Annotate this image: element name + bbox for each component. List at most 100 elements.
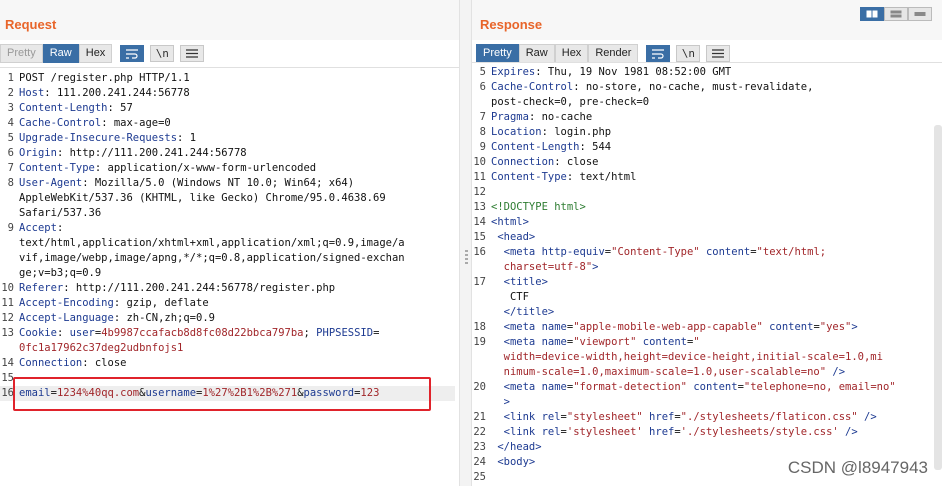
code-line[interactable]: 12 Accept-Language: zh-CN,zh;q=0.9 [0, 311, 459, 326]
code-line[interactable]: 20 <meta name="format-detection" content… [472, 380, 942, 395]
token: href [642, 426, 675, 438]
token: content [762, 321, 814, 333]
token: './stylesheets/style.css' [680, 426, 839, 438]
line-number: 10 [473, 156, 486, 168]
code-line[interactable]: 12 [472, 185, 942, 200]
code-line[interactable]: > [472, 395, 942, 410]
code-line[interactable]: text/html,application/xhtml+xml,applicat… [0, 236, 459, 251]
code-line[interactable]: 5 Upgrade-Insecure-Requests: 1 [0, 131, 459, 146]
line-text: <meta name="format-detection" content="t… [491, 380, 896, 395]
code-line[interactable]: 17 <title> [472, 275, 942, 290]
line-number: 15 [1, 372, 14, 384]
code-line[interactable]: post-check=0, pre-check=0 [472, 95, 942, 110]
line-text: Cache-Control: max-age=0 [19, 116, 171, 131]
code-line[interactable]: 10 Referer: http://111.200.241.244:56778/… [0, 281, 459, 296]
code-line[interactable]: Safari/537.36 [0, 206, 459, 221]
code-line[interactable]: 8 User-Agent: Mozilla/5.0 (Windows NT 10.… [0, 176, 459, 191]
code-line[interactable]: 21 <link rel="stylesheet" href="./styles… [472, 410, 942, 425]
token: href [642, 411, 675, 423]
wrap-lines-icon[interactable] [120, 45, 145, 62]
code-line[interactable]: 15 <head> [472, 230, 942, 245]
line-text: <link rel="stylesheet" href="./styleshee… [491, 410, 877, 425]
code-line[interactable]: 6 Cache-Control: no-store, no-cache, must… [472, 80, 942, 95]
code-line[interactable]: 16 <meta http-equiv="Content-Type" conte… [472, 245, 942, 260]
code-line[interactable]: 2 Host: 111.200.241.244:56778 [0, 86, 459, 101]
code-line[interactable]: CTF [472, 290, 942, 305]
code-line[interactable]: 7 Pragma: no-cache [472, 110, 942, 125]
code-line[interactable]: 23 </head> [472, 440, 942, 455]
code-line[interactable]: 9 Content-Length: 544 [472, 140, 942, 155]
code-line[interactable]: 4 Cache-Control: max-age=0 [0, 116, 459, 131]
code-line[interactable]: ge;v=b3;q=0.9 [0, 266, 459, 281]
tab-hex[interactable]: Hex [78, 44, 113, 63]
code-line[interactable]: 14 Connection: close [0, 356, 459, 371]
hamburger-menu-icon[interactable] [180, 45, 205, 62]
token: : close [82, 357, 127, 369]
code-line[interactable]: 11 Content-Type: text/html [472, 170, 942, 185]
code-line[interactable]: 0fc1a17962c37deg2udbnfojs1 [0, 341, 459, 356]
tabbed-layout-icon[interactable] [908, 7, 932, 21]
newline-toggle-icon[interactable]: \n [150, 45, 175, 62]
code-line[interactable]: 5 Expires: Thu, 19 Nov 1981 08:52:00 GMT [472, 65, 942, 80]
tab-pretty[interactable]: Pretty [476, 44, 519, 63]
tab-raw[interactable]: Raw [42, 44, 79, 63]
token: : no-cache [528, 111, 593, 123]
token: : http://111.200.241.244:56778 [56, 147, 247, 159]
pane-splitter[interactable] [459, 0, 472, 486]
code-line[interactable]: 3 Content-Length: 57 [0, 101, 459, 116]
code-line[interactable]: 13 Cookie: user = 4b9987ccafacb8d8fc08d22bb… [0, 326, 459, 341]
code-line[interactable]: nimum-scale=1.0,maximum-scale=1.0,user-s… [472, 365, 942, 380]
code-line[interactable]: 18 <meta name="apple-mobile-web-app-capa… [472, 320, 942, 335]
request-editor[interactable]: 1 POST /register.php HTTP/1.1 2 Host: 111.2… [0, 67, 459, 486]
token: : Mozilla/5.0 (Windows NT 10.0; Win64; x… [82, 177, 355, 189]
line-number: 7 [7, 162, 14, 174]
code-line[interactable]: charset=utf-8"> [472, 260, 942, 275]
line-text: width=device-width,height=device-height,… [491, 350, 883, 365]
token: <link [491, 426, 542, 438]
code-line[interactable]: 8 Location: login.php [472, 125, 942, 140]
line-text: 0fc1a17962c37deg2udbnfojs1 [19, 341, 183, 356]
splitter-grip-icon[interactable] [465, 250, 468, 264]
line-text: Safari/537.36 [19, 206, 101, 221]
wrap-lines-icon[interactable] [646, 45, 671, 62]
code-line[interactable]: width=device-width,height=device-height,… [472, 350, 942, 365]
token: PHPSESSID [316, 327, 374, 339]
tab-pretty[interactable]: Pretty [0, 44, 43, 63]
line-text: Host: 111.200.241.244:56778 [19, 86, 190, 101]
token: Host [19, 87, 45, 99]
code-line[interactable]: </title> [472, 305, 942, 320]
newline-toggle-icon[interactable]: \n [676, 45, 701, 62]
response-editor[interactable]: 5 Expires: Thu, 19 Nov 1981 08:52:00 GMT 6… [472, 62, 942, 486]
hamburger-menu-icon[interactable] [706, 45, 731, 62]
stacked-layout-icon[interactable] [884, 7, 908, 21]
token: /> [857, 411, 877, 423]
code-line[interactable]: vif,image/webp,image/apng,*/*;q=0.8,appl… [0, 251, 459, 266]
tab-raw[interactable]: Raw [518, 44, 555, 63]
code-line[interactable]: 19 <meta name="viewport" content=" [472, 335, 942, 350]
code-line[interactable]: 1 POST /register.php HTTP/1.1 [0, 71, 459, 86]
line-number: 12 [1, 312, 14, 324]
code-line[interactable]: 7 Content-Type: application/x-www-form-ur… [0, 161, 459, 176]
line-number: 16 [473, 246, 486, 258]
line-text: text/html,application/xhtml+xml,applicat… [19, 236, 405, 251]
code-line[interactable]: 22 <link rel='stylesheet' href='./styles… [472, 425, 942, 440]
tab-hex[interactable]: Hex [554, 44, 589, 63]
line-number: 25 [473, 471, 486, 483]
code-line[interactable]: 13 <!DOCTYPE html> [472, 200, 942, 215]
token: rel [541, 411, 561, 423]
response-scrollbar[interactable] [934, 125, 942, 470]
line-number: 9 [7, 222, 14, 234]
code-line[interactable]: 6 Origin: http://111.200.241.244:56778 [0, 146, 459, 161]
line-number: 14 [473, 216, 486, 228]
tab-render[interactable]: Render [588, 44, 639, 63]
token: Content-Type [491, 171, 567, 183]
code-line[interactable]: 11 Accept-Encoding: gzip, deflate [0, 296, 459, 311]
code-line[interactable]: 10 Connection: close [472, 155, 942, 170]
token: Location [491, 126, 542, 138]
code-line[interactable]: 14 <html> [472, 215, 942, 230]
response-header: Response [472, 0, 942, 40]
side-by-side-layout-icon[interactable] [860, 7, 884, 21]
token: http-equiv [541, 246, 605, 258]
code-line[interactable]: AppleWebKit/537.36 (KHTML, like Gecko) C… [0, 191, 459, 206]
code-line[interactable]: 9 Accept: [0, 221, 459, 236]
